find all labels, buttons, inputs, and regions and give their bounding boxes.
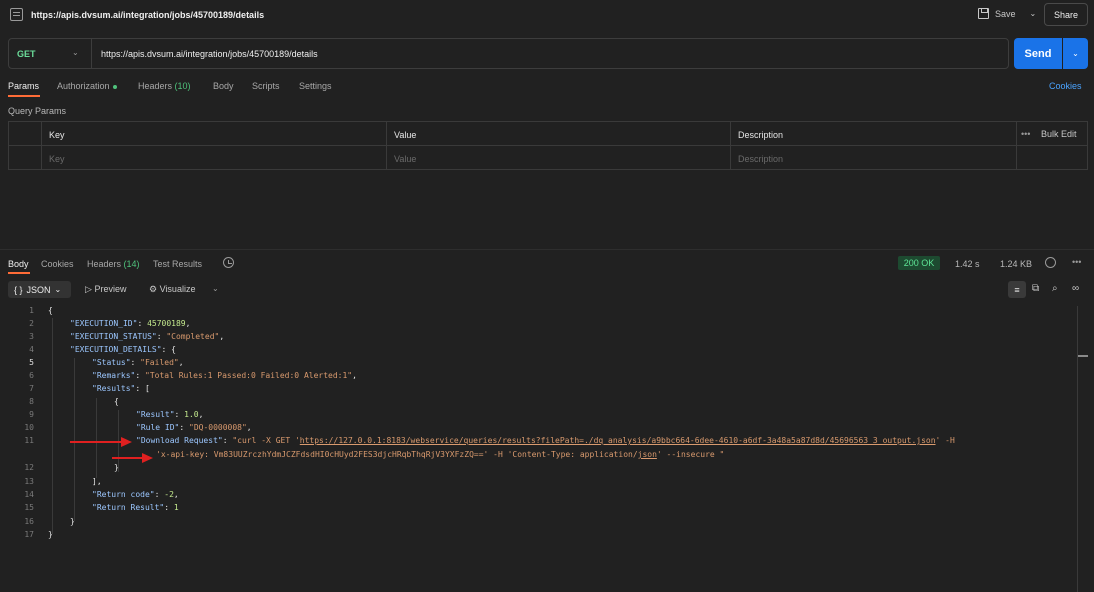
arrow-annotation	[112, 453, 153, 463]
arrow-annotation	[70, 437, 132, 447]
annotation-arrows	[70, 437, 153, 463]
scrollbar-thumb[interactable]	[1078, 355, 1088, 357]
scrollbar[interactable]	[1077, 306, 1078, 592]
